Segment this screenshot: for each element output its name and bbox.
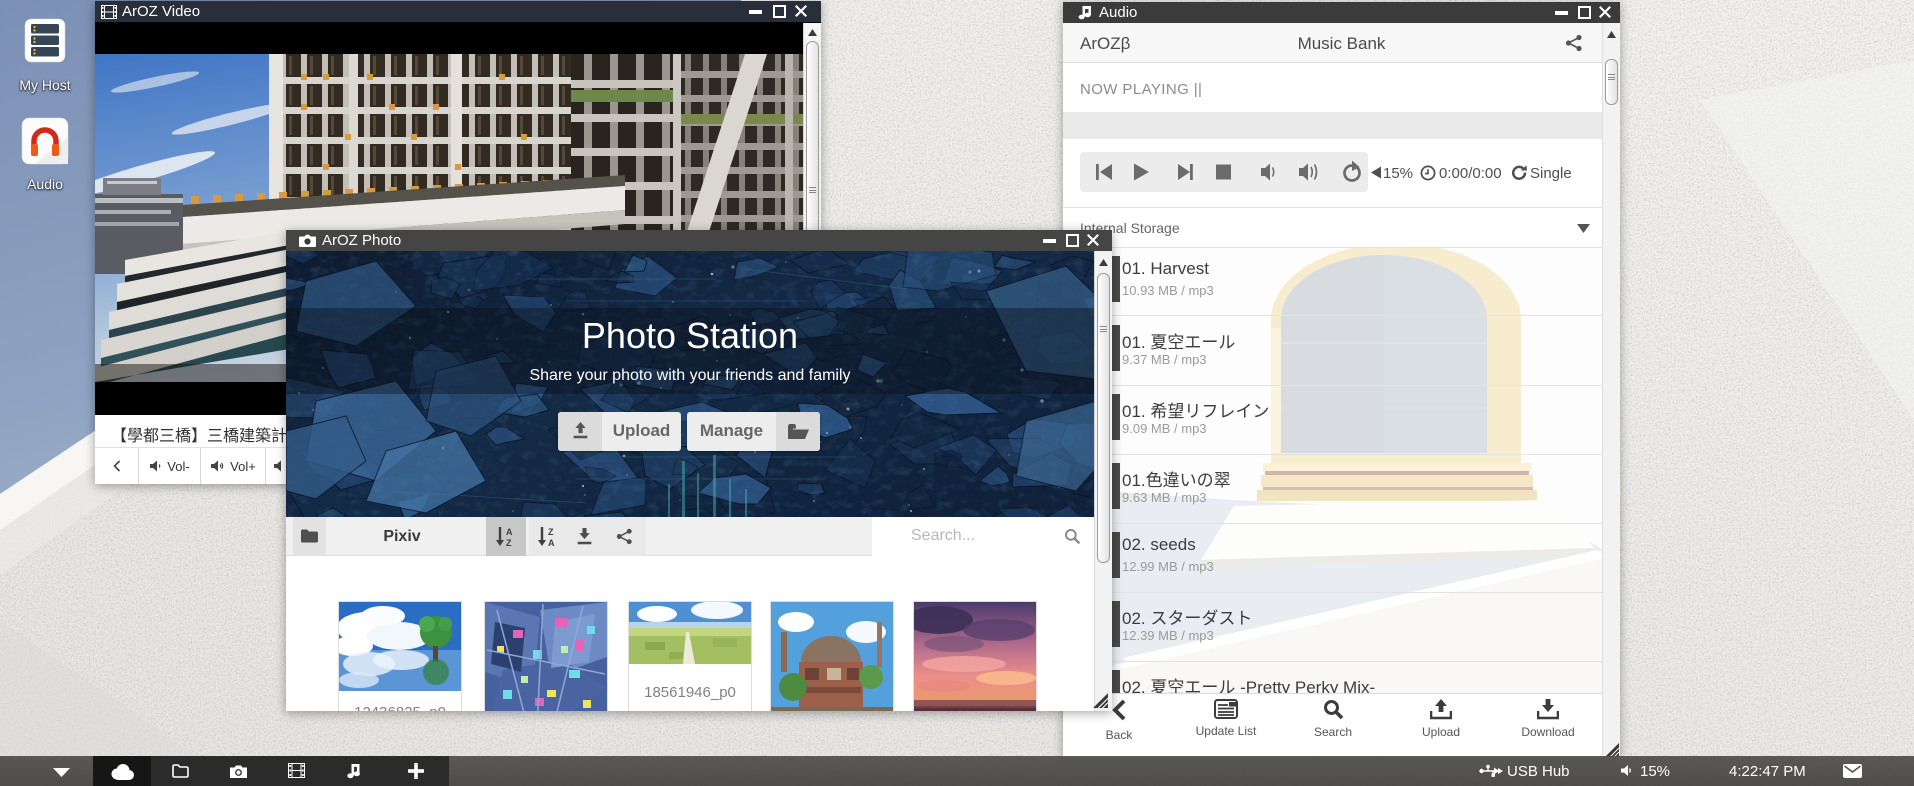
svg-text:A: A	[548, 538, 555, 547]
svg-text:Z: Z	[548, 527, 554, 537]
svg-text:Z: Z	[506, 538, 512, 547]
svg-text:A: A	[506, 527, 513, 537]
